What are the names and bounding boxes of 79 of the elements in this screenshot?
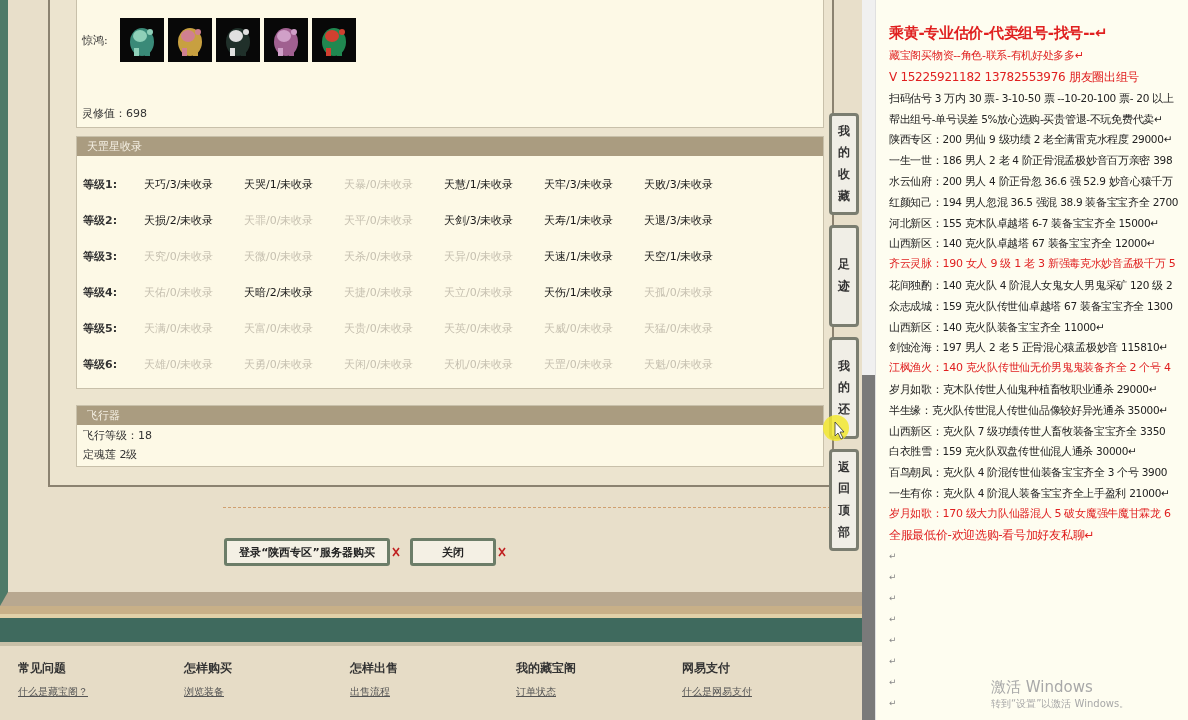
paragraph-mark: ↵: [889, 633, 897, 647]
star-entry: 天剑/3/未收录: [444, 213, 515, 228]
document-line: 全服最低价-欢迎选购-看号加好友私聊↵: [889, 526, 1095, 544]
star-entry: 天损/2/未收录: [144, 213, 215, 228]
document-line: 剑蚀沧海：197 男人 2 老 5 正骨混心猿孟极妙音 115810↵: [889, 340, 1169, 356]
star-entry: 天巧/3/未收录: [144, 177, 215, 192]
document-line: 扫码估号 3 万内 30 票- 3-10-50 票 --10-20-100 票- 20 以上: [889, 90, 1175, 106]
level-label: 等级1:: [83, 177, 119, 192]
footer-link[interactable]: 什么是网易支付: [682, 685, 848, 699]
set-label: 惊鸿:: [82, 32, 108, 48]
side-tab[interactable]: 足迹: [829, 225, 859, 327]
paragraph-mark: ↵: [889, 654, 897, 668]
scrollbar-thumb[interactable]: [862, 375, 875, 720]
login-buy-button[interactable]: 登录“陕西专区”服务器购买: [224, 538, 390, 566]
side-tab[interactable]: 返回顶部: [829, 449, 859, 551]
document-line: 江枫渔火：140 克火队传世仙无价男鬼鬼装备齐全 2 个号 4: [889, 360, 1172, 377]
spirit-value: 灵修值：698: [82, 106, 148, 121]
document-line: 乘黄-专业估价-代卖组号-找号--↵: [889, 23, 1109, 44]
paragraph-mark: ↵: [889, 675, 897, 689]
footer-link[interactable]: 什么是藏宝阁？: [18, 685, 184, 699]
footer-link[interactable]: 浏览装备: [184, 685, 350, 699]
cross-icon: [498, 547, 506, 557]
level-label: 等级2:: [83, 213, 119, 228]
star-entry: 天牢/3/未收录: [544, 177, 615, 192]
section-header: 天罡星收录: [77, 137, 823, 156]
footer-link[interactable]: 订单状态: [516, 685, 682, 699]
star-entry: 天空/1/未收录: [644, 249, 715, 264]
aircraft-info: 定魂莲 2级: [83, 447, 139, 462]
close-button[interactable]: 关闭: [410, 538, 496, 566]
document-line: 山西新区：克火队 7 级功绩传世人畜牧装备宝宝齐全 3350: [889, 423, 1167, 439]
cursor-highlight-icon: [822, 414, 852, 444]
star-entry: 天退/3/未收录: [644, 213, 715, 228]
document-line: 齐云灵脉：190 女人 9 级 1 老 3 新强毒克水妙音孟极千万 5: [889, 256, 1177, 273]
footer-link[interactable]: 出售流程: [350, 685, 516, 699]
footer-heading: 我的藏宝阁: [516, 660, 577, 677]
star-entry: 天伤/1/未收录: [544, 285, 615, 300]
document-line: 百鸟朝凤：克火队 4 阶混传世仙装备宝宝齐全 3 个号 3900: [889, 465, 1169, 481]
document-line: 半生缘：克火队传世混人传世仙品像较好异光通杀 35000↵: [889, 402, 1169, 418]
aircraft-info: 飞行等级：18: [83, 428, 153, 443]
document-line: 众志成城：159 克火队传世仙卓越塔 67 装备宝宝齐全 1300: [889, 298, 1174, 314]
paragraph-mark: ↵: [889, 570, 897, 584]
star-entry: 天暗/2/未收录: [244, 285, 315, 300]
document-line: 一生有你：克火队 4 阶混人装备宝宝齐全上手盈利 21000↵: [889, 485, 1171, 501]
footer-heading: 网易支付: [682, 660, 731, 677]
star-entry: 天慧/1/未收录: [444, 177, 515, 192]
paragraph-mark: ↵: [889, 591, 897, 605]
document-line: 花间独酌：140 克火队 4 阶混人女鬼女人男鬼采矿 120 级 2: [889, 277, 1174, 293]
footer-heading: 怎样购买: [184, 660, 233, 677]
document-line: 山西新区：140 克火队装备宝宝齐全 11000↵: [889, 319, 1106, 335]
paragraph-mark: ↵: [889, 696, 897, 710]
document-line: 藏宝阁买物资--角色-联系-有机好处多多↵: [889, 48, 1085, 64]
document-line: 山西新区：140 克火队卓越塔 67 装备宝宝齐全 12000↵: [889, 236, 1157, 252]
level-label: 等级5:: [83, 321, 119, 336]
document-line: 岁月如歌：克木队传世人仙鬼种植畜牧职业通杀 29000↵: [889, 381, 1159, 397]
footer-heading: 怎样出售: [350, 660, 399, 677]
document-line: 一生一世：186 男人 2 老 4 阶正骨混孟极妙音百万亲密 398: [889, 153, 1174, 169]
document-line: 水云仙府：200 男人 4 阶正骨忽 36.6 强 52.9 妙音心猿千万: [889, 174, 1174, 189]
level-label: 等级4:: [83, 285, 119, 300]
paragraph-mark: ↵: [889, 549, 897, 563]
document-line: 红颜知己：194 男人忽混 36.5 强混 38.9 装备宝宝齐全 2700: [889, 194, 1180, 210]
document-line: 白衣胜雪：159 克火队双盘传世仙混人通杀 30000↵: [889, 444, 1138, 460]
star-entry: 天哭/1/未收录: [244, 177, 315, 192]
document-line: V 15225921182 13782553976 朋友圈出组号: [889, 68, 1141, 86]
star-entry: 天寿/1/未收录: [544, 213, 615, 228]
cross-icon: [392, 547, 400, 557]
star-entry: 天败/3/未收录: [644, 177, 715, 192]
footer-heading: 常见问题: [18, 660, 67, 677]
star-entry: 天速/1/未收录: [544, 249, 615, 264]
level-label: 等级3:: [83, 249, 119, 264]
paragraph-mark: ↵: [889, 612, 897, 626]
activation-text: 转到“设置”以激活 Windows。: [991, 697, 1130, 711]
level-label: 等级6:: [83, 357, 119, 372]
document-line: 岁月如歌：170 级大力队仙器混人 5 破女魔强牛魔甘霖龙 6: [889, 505, 1172, 522]
document-line: 陕西专区：200 男仙 9 级功绩 2 老全满雷克水程度 29000↵: [889, 132, 1174, 148]
document-line: 河北新区：155 克木队卓越塔 6-7 装备宝宝齐全 15000↵: [889, 215, 1160, 231]
section-header: 飞行器: [77, 406, 823, 425]
side-tab[interactable]: 我的收藏: [829, 113, 859, 215]
document-line: 帮出组号-单号误差 5%放心选购-买贵管退-不玩免费代卖↵: [889, 111, 1164, 127]
activation-title: 激活 Windows: [991, 678, 1094, 697]
